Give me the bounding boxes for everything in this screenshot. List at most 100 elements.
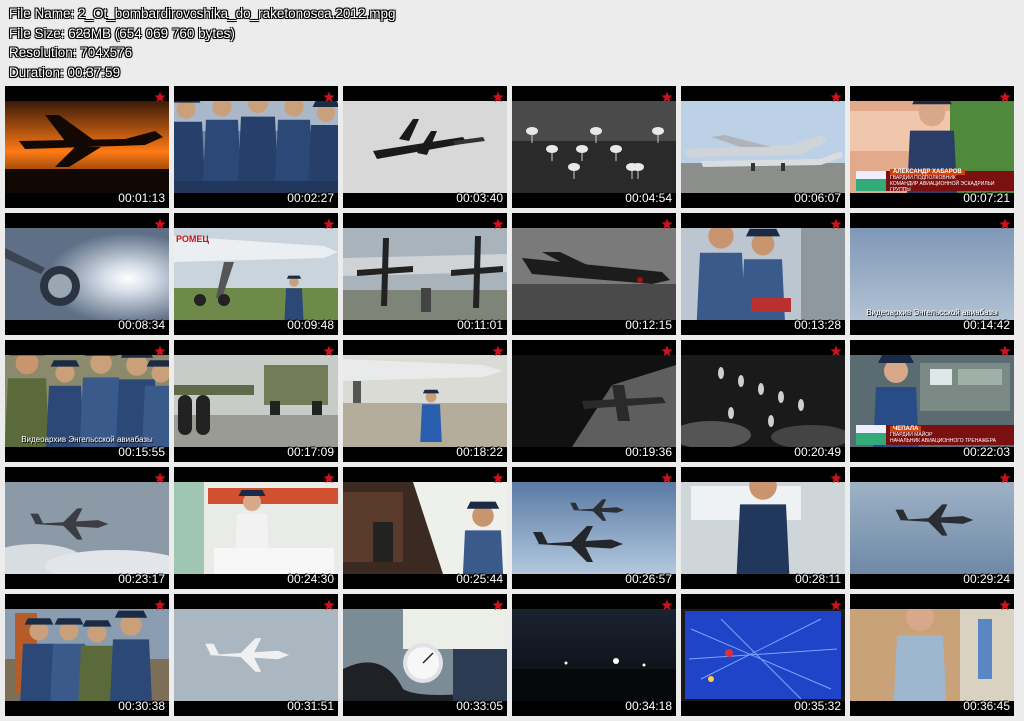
red-star-icon [661,598,673,611]
frame-image [5,482,169,574]
thumbnail[interactable]: 00:08:34 [5,213,169,335]
frame-image [343,101,507,193]
red-star-icon [492,217,504,230]
video-frame [174,482,338,574]
video-frame [5,482,169,574]
thumbnail[interactable]: ЧЕПАЛА ГВАРДИИ МАЙОР НАЧАЛЬНИК АВИАЦИОНН… [850,340,1014,462]
thumbnail[interactable]: 00:24:30 [174,467,338,589]
thumbnail[interactable]: 00:13:28 [681,213,845,335]
frame-image [343,482,507,574]
red-star-icon [323,344,335,357]
red-star-icon [154,217,166,230]
timestamp: 00:30:38 [118,699,165,713]
video-frame [681,609,845,701]
flag-icon [856,171,886,191]
thumbnail[interactable]: 00:06:07 [681,86,845,208]
timestamp: 00:18:22 [456,445,503,459]
video-frame [512,355,676,447]
thumbnail[interactable]: Видеоархив Энгельсской авиабазы 00:15:55 [5,340,169,462]
timestamp: 00:12:15 [625,318,672,332]
thumbnail[interactable]: РОМЕЦ 00:09:48 [174,213,338,335]
timestamp: 00:17:09 [287,445,334,459]
thumbnail[interactable]: 00:36:45 [850,594,1014,716]
timestamp: 00:07:21 [963,191,1010,205]
timestamp: 00:28:11 [795,572,841,586]
thumbnail[interactable]: АЛЕКСАНДР ХАБАРОВ ГВАРДИИ ПОДПОЛКОВНИК К… [850,86,1014,208]
thumbnail[interactable]: 00:04:54 [512,86,676,208]
name-caption-bar: АЛЕКСАНДР ХАБАРОВ ГВАРДИИ ПОДПОЛКОВНИК К… [856,169,1014,193]
flag-icon [856,425,886,445]
frame-image [174,355,338,447]
video-frame [681,482,845,574]
thumbnail[interactable]: 00:26:57 [512,467,676,589]
thumbnail[interactable]: 00:03:40 [343,86,507,208]
caption-text-block: АЛЕКСАНДР ХАБАРОВ ГВАРДИИ ПОДПОЛКОВНИК К… [886,169,1014,193]
video-frame [512,482,676,574]
red-star-icon [999,598,1011,611]
thumbnail[interactable]: 00:29:24 [850,467,1014,589]
thumbnail[interactable]: 00:30:38 [5,594,169,716]
red-star-icon [323,598,335,611]
thumbnail[interactable]: 00:35:32 [681,594,845,716]
frame-image [5,355,169,447]
timestamp: 00:19:36 [625,445,672,459]
video-frame [850,482,1014,574]
video-frame [5,609,169,701]
video-frame [850,609,1014,701]
timestamp: 00:11:01 [457,318,503,332]
thumbnail[interactable]: 00:18:22 [343,340,507,462]
timestamp: 00:04:54 [625,191,672,205]
video-frame [343,228,507,320]
timestamp: 00:31:51 [287,699,334,713]
video-frame [343,101,507,193]
frame-image [5,228,169,320]
video-frame [681,228,845,320]
thumbnail[interactable]: Видеоархив Энгельсской авиабазы 00:14:42 [850,213,1014,335]
video-frame [343,355,507,447]
thumbnail[interactable]: 00:34:18 [512,594,676,716]
frame-image [512,101,676,193]
red-star-icon [492,90,504,103]
thumbnail[interactable]: 00:33:05 [343,594,507,716]
timestamp: 00:29:24 [963,572,1010,586]
timestamp: 00:26:57 [625,572,672,586]
thumbnail[interactable]: 00:23:17 [5,467,169,589]
name-caption-bar: ЧЕПАЛА ГВАРДИИ МАЙОР НАЧАЛЬНИК АВИАЦИОНН… [856,425,1014,445]
thumbnail[interactable]: 00:11:01 [343,213,507,335]
red-star-icon [830,217,842,230]
frame-image [681,355,845,447]
thumbnail[interactable]: 00:28:11 [681,467,845,589]
thumbnail[interactable]: 00:17:09 [174,340,338,462]
frame-image [343,228,507,320]
red-star-icon [661,217,673,230]
timestamp: 00:09:48 [287,318,334,332]
video-frame: ЧЕПАЛА ГВАРДИИ МАЙОР НАЧАЛЬНИК АВИАЦИОНН… [850,355,1014,447]
red-star-icon [830,471,842,484]
red-star-icon [323,90,335,103]
thumbnail[interactable]: 00:20:49 [681,340,845,462]
video-frame [512,609,676,701]
thumbnail[interactable]: 00:01:13 [5,86,169,208]
thumbnail[interactable]: 00:02:27 [174,86,338,208]
frame-image [850,609,1014,701]
red-star-icon [830,598,842,611]
timestamp: 00:24:30 [287,572,334,586]
timestamp: 00:25:44 [456,572,503,586]
duration: Duration: 00:37:59 [9,64,121,80]
video-frame [5,228,169,320]
red-star-icon [999,344,1011,357]
timestamp: 00:08:34 [118,318,165,332]
frame-image [681,482,845,574]
thumbnail[interactable]: 00:19:36 [512,340,676,462]
thumbnail[interactable]: 00:25:44 [343,467,507,589]
frame-caption: Видеоархив Энгельсской авиабазы [866,308,998,317]
red-star-icon [661,90,673,103]
timestamp: 00:35:32 [794,699,841,713]
thumbnail[interactable]: 00:31:51 [174,594,338,716]
red-star-icon [661,471,673,484]
red-star-icon [492,598,504,611]
file-size: File Size: 623MB (654 069 760 bytes) [9,25,235,41]
video-frame [174,101,338,193]
thumbnail[interactable]: 00:12:15 [512,213,676,335]
file-info: File Name: 2_Ot_bombardirovcshika_do_rak… [9,4,395,82]
